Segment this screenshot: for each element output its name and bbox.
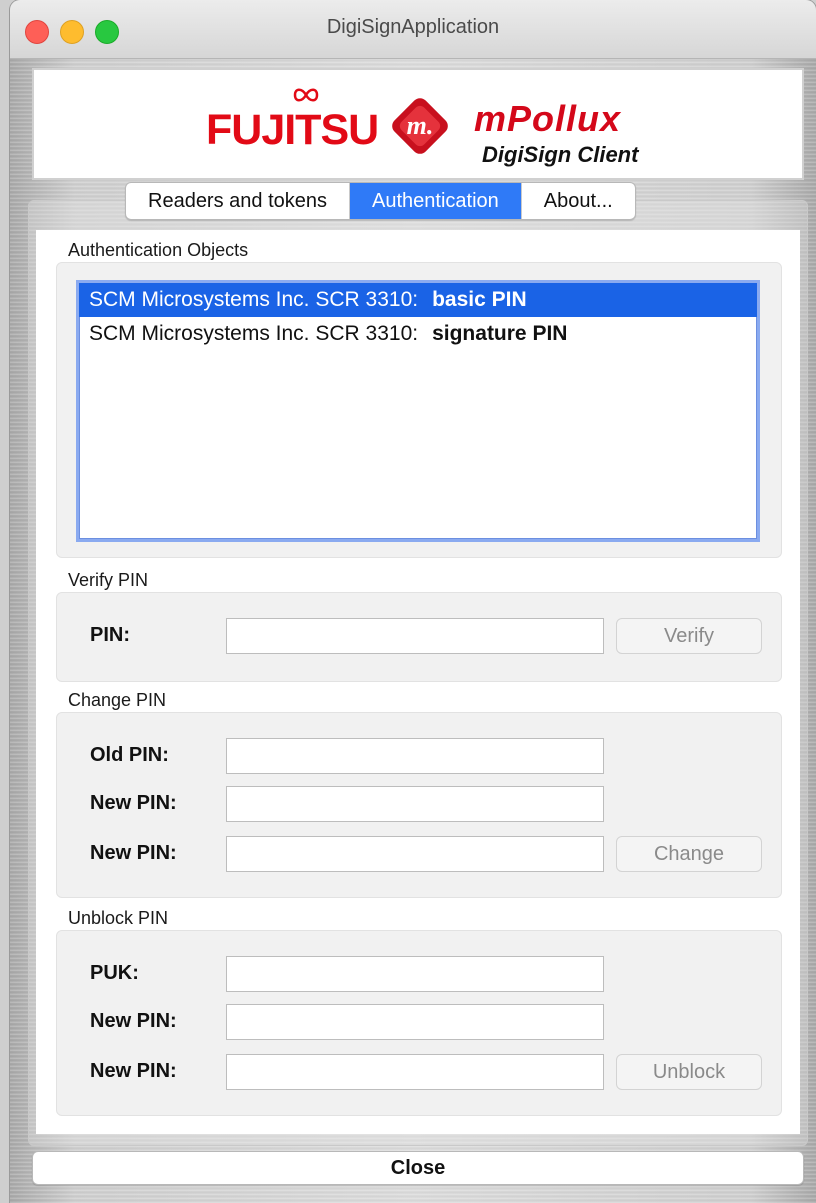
- title-bar: DigiSignApplication: [10, 0, 816, 59]
- verify-pin-heading: Verify PIN: [68, 570, 149, 590]
- tab-authentication[interactable]: Authentication: [350, 183, 522, 219]
- unblock-confirm-pin-input[interactable]: [226, 1054, 604, 1090]
- verify-pin-label: PIN:: [90, 624, 130, 646]
- old-pin-input[interactable]: [226, 738, 604, 774]
- tab-about[interactable]: About...: [522, 183, 635, 219]
- close-button[interactable]: Close: [32, 1151, 804, 1185]
- tab-bar: Readers and tokens Authentication About.…: [125, 182, 636, 220]
- unblock-button[interactable]: Unblock: [616, 1054, 762, 1090]
- auth-objects-heading: Authentication Objects: [68, 240, 249, 260]
- puk-input[interactable]: [226, 956, 604, 992]
- old-pin-label: Old PIN:: [90, 744, 169, 766]
- confirm-new-pin-input[interactable]: [226, 836, 604, 872]
- mpollux-logo-icon: m.: [392, 98, 448, 154]
- new-pin-label: New PIN:: [90, 792, 177, 814]
- new-pin-input[interactable]: [226, 786, 604, 822]
- list-item-reader: SCM Microsystems Inc. SCR 3310:: [89, 288, 419, 311]
- infinity-icon: [293, 88, 319, 102]
- authentication-panel: Authentication Objects SCM Microsystems …: [36, 230, 800, 1134]
- product-subtitle: DigiSign Client: [482, 142, 639, 167]
- change-pin-heading: Change PIN: [68, 690, 167, 710]
- list-item-reader: SCM Microsystems Inc. SCR 3310:: [89, 322, 419, 345]
- product-name: mPollux: [474, 98, 622, 139]
- svg-text:m.: m.: [407, 111, 434, 140]
- brand-banner: FUJITSU m. mPollux DigiSign Client: [32, 68, 804, 180]
- list-item-pin-name: signature PIN: [432, 322, 568, 345]
- auth-objects-list[interactable]: SCM Microsystems Inc. SCR 3310: basic PIN…: [76, 280, 760, 542]
- change-button[interactable]: Change: [616, 836, 762, 872]
- verify-button[interactable]: Verify: [616, 618, 762, 654]
- unblock-pin-heading: Unblock PIN: [68, 908, 169, 928]
- unblock-confirm-pin-label: New PIN:: [90, 1060, 177, 1082]
- verify-pin-input[interactable]: [226, 618, 604, 654]
- unblock-new-pin-label: New PIN:: [90, 1010, 177, 1032]
- fujitsu-logo: FUJITSU: [206, 106, 379, 154]
- tab-readers-and-tokens[interactable]: Readers and tokens: [126, 183, 351, 219]
- list-item[interactable]: SCM Microsystems Inc. SCR 3310: basic PIN: [79, 283, 757, 317]
- confirm-new-pin-label: New PIN:: [90, 842, 177, 864]
- window-title: DigiSignApplication: [326, 16, 500, 38]
- app-window: DigiSignApplication FUJITSU m. mPollux D…: [10, 0, 816, 1203]
- list-item[interactable]: SCM Microsystems Inc. SCR 3310: signature…: [79, 317, 757, 351]
- list-item-pin-name: basic PIN: [432, 288, 527, 311]
- unblock-new-pin-input[interactable]: [226, 1004, 604, 1040]
- puk-label: PUK:: [90, 962, 139, 984]
